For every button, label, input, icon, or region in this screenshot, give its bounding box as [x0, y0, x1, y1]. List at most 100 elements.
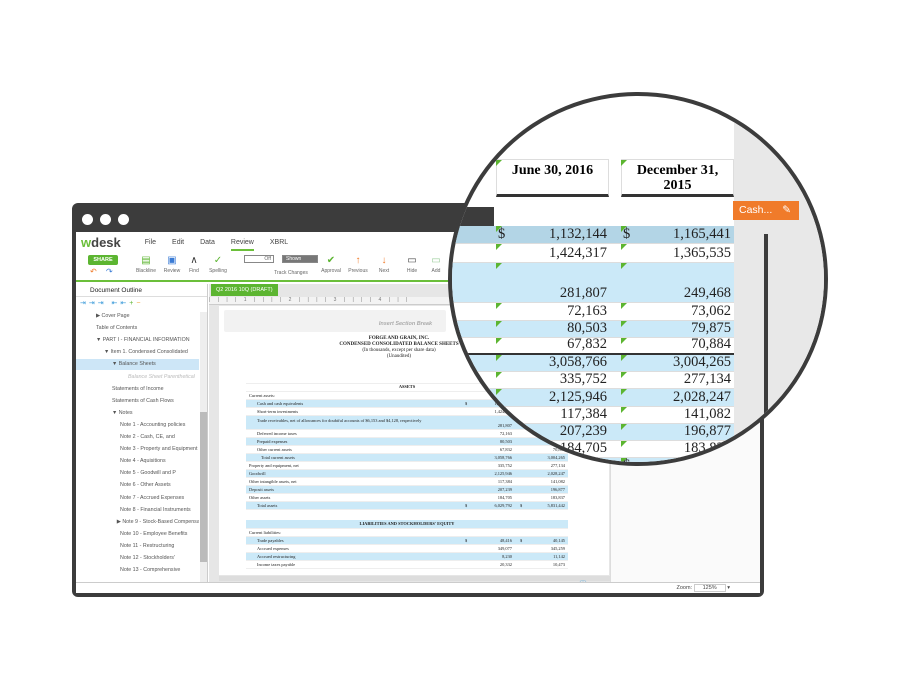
- row-label: Trade payables: [257, 538, 284, 543]
- horizontal-scrollbar[interactable]: [219, 576, 619, 581]
- outline-item[interactable]: Note 2 - Cash, CE, and: [76, 432, 199, 443]
- menu-xbrl[interactable]: XBRL: [270, 236, 288, 249]
- row-label: Total assets: [257, 503, 278, 508]
- toolbar-label: Approval: [321, 268, 341, 274]
- magnified-value-2016: 72,163: [567, 303, 607, 319]
- outline-item[interactable]: Table of Contents: [76, 323, 199, 334]
- zoom-select[interactable]: 125%: [693, 584, 726, 592]
- menu-data[interactable]: Data: [200, 236, 215, 249]
- outline-item[interactable]: Statements of Cash Flows: [76, 396, 199, 407]
- magnified-value-2016: 1,132,144: [549, 226, 607, 242]
- liabilities-header-text: LIABILITIES AND STOCKHOLDERS' EQUITY: [359, 521, 455, 526]
- green-marker: [496, 407, 502, 413]
- toolbar-blackline-button[interactable]: ▤ Blackline: [134, 254, 158, 274]
- value-2015: 277,134: [550, 463, 565, 468]
- outline-item[interactable]: ▶ Note 9 - Stock-Based Compensation: [76, 517, 199, 528]
- menu-review[interactable]: Review: [230, 235, 254, 251]
- menu-file[interactable]: File: [145, 236, 156, 249]
- table-row: Other assets 184,705 183,837: [246, 494, 568, 502]
- toolbar-spelling-button[interactable]: ✓ Spelling: [206, 254, 230, 274]
- review-icon: ▣: [167, 255, 177, 266]
- outline-item[interactable]: Statements of Income: [76, 384, 199, 395]
- outline-item[interactable]: ▼ Balance Sheets: [76, 359, 199, 371]
- insert-section-break[interactable]: Insert Section Break: [224, 310, 446, 332]
- toolbar-hide-button[interactable]: ▭ Hide: [400, 254, 424, 274]
- outline-item[interactable]: ▼ Item 1. Condensed Consolidated: [76, 347, 199, 358]
- markup-toggle[interactable]: Shown: [282, 255, 318, 263]
- value-2015: 183,837: [550, 495, 565, 500]
- magnified-value-2016: 1,424,317: [549, 245, 607, 261]
- toolbar-next-button[interactable]: ↓ Next: [372, 254, 396, 274]
- green-marker: [496, 338, 502, 344]
- outline-item[interactable]: Note 13 - Comprehensive: [76, 565, 199, 576]
- magnified-value-2016: 2,125,946: [549, 389, 607, 405]
- outline-item[interactable]: Note 8 - Financial Instruments: [76, 505, 199, 516]
- outline-item[interactable]: Note 7 - Accrued Expenses: [76, 493, 199, 504]
- toolbar-previous-button[interactable]: ↑ Previous: [346, 254, 370, 274]
- status-bar: Zoom: 125% ▾: [76, 582, 760, 593]
- outline-item[interactable]: Note 10 - Employee Benefits: [76, 529, 199, 540]
- row-label: Other current assets: [257, 447, 292, 452]
- cash-callout[interactable]: Cash... ✎: [733, 201, 799, 220]
- outline-item[interactable]: ▼ Notes: [76, 408, 199, 419]
- outline-tools[interactable]: ⇥⇥⇥ ⇤⇤+−: [76, 297, 207, 310]
- outline-item[interactable]: Note 3 - Property and Equipment: [76, 444, 199, 455]
- row-label: Income taxes payable: [257, 562, 296, 567]
- magnified-value-2016: 67,832: [567, 336, 607, 352]
- outline-item[interactable]: ▼ PART I - FINANCIAL INFORMATION: [76, 335, 199, 346]
- outline-item[interactable]: Note 6 - Other Assets: [76, 480, 199, 491]
- value-2015: 2,028,247: [547, 471, 565, 476]
- magnified-row: 207,239 196,877: [452, 423, 734, 441]
- toolbar-track-changes-button[interactable]: Track Changes: [256, 270, 326, 276]
- magnified-value-2016: 207,239: [559, 423, 607, 439]
- dollar-sign: $: [520, 503, 523, 508]
- green-marker: [621, 407, 627, 413]
- dollar-sign: $: [465, 538, 468, 543]
- share-button[interactable]: SHARE: [88, 255, 118, 265]
- magnified-value-2015: 1,165,441: [673, 226, 731, 242]
- undo-icon[interactable]: ↶: [90, 267, 97, 276]
- redo-icon[interactable]: ↷: [106, 267, 113, 276]
- outline-item[interactable]: Balance Sheet Parenthetical: [76, 372, 199, 383]
- magnified-value-2015: 2,028,247: [673, 389, 731, 405]
- toolbar-label: Spelling: [209, 268, 227, 274]
- green-marker: [621, 458, 627, 462]
- value-2016: 20,332: [499, 562, 512, 567]
- outline-item[interactable]: ▶ Cover Page: [76, 311, 199, 322]
- outline-item[interactable]: Note 4 - Aquisitions: [76, 456, 199, 467]
- outline-item[interactable]: Note 1 - Accounting policies: [76, 420, 199, 431]
- outline-item[interactable]: Note 11 - Restructuring: [76, 541, 199, 552]
- magnified-value-2015: 141,082: [683, 406, 731, 422]
- value-2016: 48,416: [499, 538, 512, 543]
- magnified-value-2016: 335,752: [559, 371, 607, 387]
- value-2015: 345,259: [550, 546, 565, 551]
- toolbar-find-button[interactable]: ∧ Find: [182, 254, 206, 274]
- outline-item[interactable]: Note 5 - Goodwill and P: [76, 468, 199, 479]
- pencil-icon[interactable]: ✎: [782, 201, 791, 220]
- outline-item[interactable]: Note 12 - Stockholders': [76, 553, 199, 564]
- track-changes-toggle[interactable]: Off: [244, 255, 274, 263]
- magnified-row: 2,125,946 2,028,247: [452, 389, 734, 407]
- magnified-value-2015: 277,134: [683, 371, 731, 387]
- green-marker: [621, 226, 627, 232]
- green-marker: [496, 372, 502, 378]
- toolbar-label: Hide: [406, 268, 418, 274]
- value-2015: 40,145: [552, 538, 565, 543]
- value-2015: 5,831,442: [547, 503, 565, 508]
- green-marker: [496, 441, 502, 447]
- toolbar-approval-button[interactable]: ✔ Approval: [319, 254, 343, 274]
- window-dot: [82, 214, 93, 225]
- green-marker: [621, 263, 627, 269]
- value-2015: 141,082: [550, 479, 565, 484]
- previous-icon: ↑: [355, 255, 361, 266]
- magnified-value-2015: 249,468: [683, 285, 731, 301]
- value-2016: 207,239: [497, 487, 512, 492]
- menu-edit[interactable]: Edit: [172, 236, 184, 249]
- value-2015: 196,877: [550, 487, 565, 492]
- toolbar-review-button[interactable]: ▣ Review: [160, 254, 184, 274]
- magnified-value-2015: 70,884: [691, 336, 731, 352]
- tab-q2-2016-10q[interactable]: Q2 2016 10Q (DRAFT): [211, 284, 278, 296]
- row-label: Property and equipment, net: [249, 463, 299, 468]
- outline-scrollbar[interactable]: [200, 312, 207, 591]
- toolbar-add-button[interactable]: ▭ Add: [424, 254, 448, 274]
